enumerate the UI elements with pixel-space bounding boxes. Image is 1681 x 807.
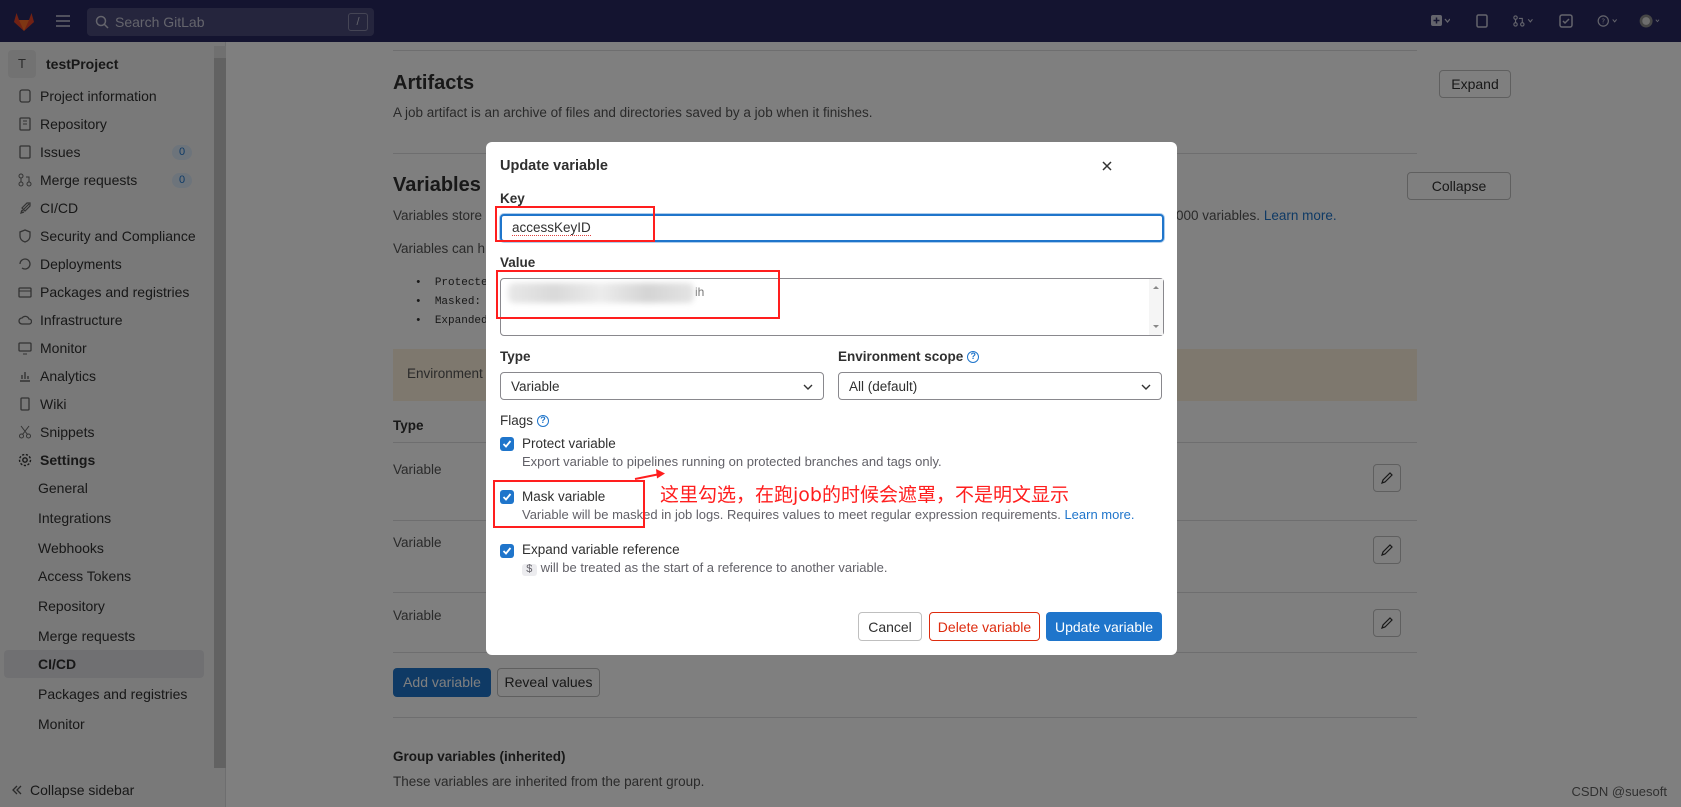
annotation-box-key bbox=[495, 206, 655, 242]
protect-variable-checkbox[interactable] bbox=[500, 437, 514, 451]
annotation-box-value bbox=[496, 270, 780, 319]
type-select-value: Variable bbox=[511, 378, 560, 394]
dollar-code-chip: $ bbox=[522, 564, 537, 576]
flags-label: Flags? bbox=[500, 413, 550, 428]
annotation-box-mask bbox=[493, 480, 645, 528]
modal-title: Update variable bbox=[500, 158, 608, 174]
mask-learn-more-link[interactable]: Learn more. bbox=[1064, 507, 1134, 522]
question-circle-icon[interactable]: ? bbox=[537, 415, 550, 428]
protect-variable-help: Export variable to pipelines running on … bbox=[522, 454, 942, 469]
environment-scope-text: Environment scope bbox=[838, 349, 964, 364]
expand-variable-help-text: will be treated as the start of a refere… bbox=[540, 560, 888, 575]
value-textarea-scrollbar[interactable] bbox=[1149, 279, 1163, 335]
chevron-down-icon bbox=[803, 384, 813, 390]
update-variable-button[interactable]: Update variable bbox=[1046, 612, 1162, 641]
close-icon[interactable] bbox=[1099, 158, 1115, 174]
expand-variable-label[interactable]: Expand variable reference bbox=[522, 542, 680, 557]
type-label: Type bbox=[500, 349, 531, 364]
expand-variable-checkbox[interactable] bbox=[500, 544, 514, 558]
environment-scope-select[interactable]: All (default) bbox=[838, 372, 1162, 400]
question-circle-icon[interactable]: ? bbox=[967, 351, 980, 364]
delete-variable-button[interactable]: Delete variable bbox=[929, 612, 1040, 641]
key-label: Key bbox=[500, 191, 525, 206]
type-select[interactable]: Variable bbox=[500, 372, 824, 400]
watermark: CSDN @suesoft bbox=[1571, 784, 1667, 799]
annotation-text: 这里勾选，在跑job的时候会遮罩，不是明文显示 bbox=[660, 484, 1069, 506]
protect-variable-label[interactable]: Protect variable bbox=[522, 436, 616, 451]
environment-scope-label: Environment scope? bbox=[838, 349, 980, 364]
value-label: Value bbox=[500, 255, 536, 270]
expand-variable-help: $ will be treated as the start of a refer… bbox=[522, 560, 887, 576]
environment-scope-value: All (default) bbox=[849, 378, 918, 394]
flags-text: Flags bbox=[500, 413, 534, 428]
chevron-down-icon bbox=[1141, 384, 1151, 390]
check-icon bbox=[502, 440, 512, 448]
check-icon bbox=[502, 547, 512, 555]
cancel-button[interactable]: Cancel bbox=[858, 612, 922, 641]
